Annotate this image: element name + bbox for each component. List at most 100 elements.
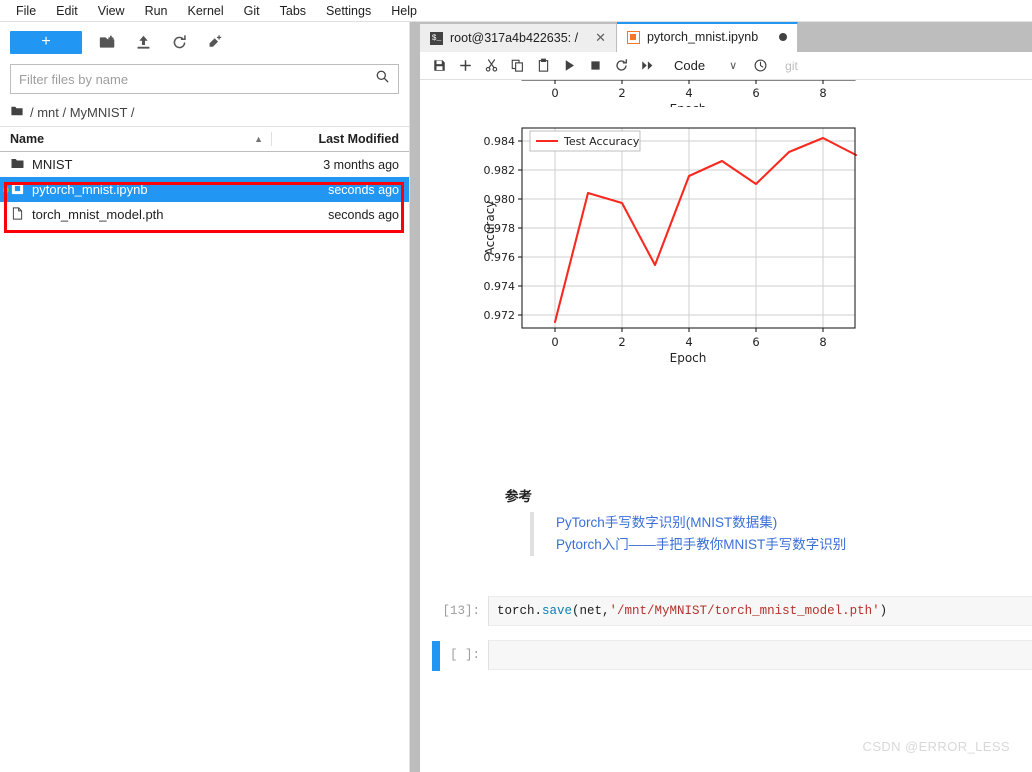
reference-link-1[interactable]: PyTorch手写数字识别(MNIST数据集) (556, 512, 846, 534)
cell-prompt: [ ]: (449, 648, 480, 662)
cell-editor[interactable] (488, 640, 1032, 670)
new-launcher-button[interactable]: + (10, 30, 82, 54)
menu-item-settings[interactable]: Settings (316, 2, 381, 20)
markdown-blockquote: PyTorch手写数字识别(MNIST数据集) Pytorch入门——手把手教你… (530, 512, 846, 556)
table-row[interactable]: torch_mnist_model.pth seconds ago (0, 202, 409, 227)
file-name-label: torch_mnist_model.pth (32, 207, 164, 222)
run-icon[interactable] (556, 54, 582, 78)
cut-icon[interactable] (478, 54, 504, 78)
insert-cell-icon[interactable] (452, 54, 478, 78)
file-modified-cell: 3 months ago (323, 157, 399, 172)
file-modified-cell: seconds ago (328, 207, 399, 222)
code-token: torch. (497, 604, 543, 618)
svg-text:0.984: 0.984 (484, 135, 516, 148)
file-name-cell[interactable]: MNIST (0, 156, 271, 174)
svg-text:0: 0 (551, 335, 558, 349)
tab-terminal-label: root@317a4b422635: / (450, 31, 579, 45)
notebook-toolbar: Code ∨ git (420, 52, 1032, 80)
close-icon[interactable]: ✕ (595, 30, 606, 46)
code-cell[interactable]: [13]: torch.save(net,'/mnt/MyMNIST/torch… (420, 596, 1032, 627)
chevron-down-icon: ∨ (729, 60, 738, 72)
panel-splitter[interactable] (410, 22, 420, 772)
menu-item-edit[interactable]: Edit (46, 2, 88, 20)
menu-item-help[interactable]: Help (381, 2, 427, 20)
file-modified-cell: seconds ago (328, 182, 399, 197)
stop-icon[interactable] (582, 54, 608, 78)
notebook-icon (10, 181, 25, 199)
svg-text:6: 6 (752, 86, 759, 100)
paste-icon[interactable] (530, 54, 556, 78)
cell-prompt: [13]: (442, 604, 480, 618)
svg-text:4: 4 (685, 86, 692, 100)
svg-text:8: 8 (819, 335, 826, 349)
notebook-scroll-area[interactable]: 1472 02 46 8 Epoch (420, 80, 1032, 772)
menu-item-run[interactable]: Run (135, 2, 178, 20)
clock-icon[interactable] (747, 54, 773, 78)
svg-text:Test Accuracy: Test Accuracy (563, 135, 640, 148)
column-header-name[interactable]: Name ▲ (0, 132, 271, 146)
notebook-icon (626, 30, 640, 44)
new-folder-icon[interactable] (96, 31, 118, 53)
search-input[interactable] (19, 71, 375, 87)
svg-text:0.974: 0.974 (484, 280, 516, 293)
code-token: ) (879, 604, 888, 618)
file-browser-toolbar: + (0, 22, 409, 62)
code-token: '/mnt/MyMNIST/torch_mnist_model.pth' (609, 604, 880, 618)
cell-selection-bar (432, 641, 440, 671)
table-row[interactable]: MNIST 3 months ago (0, 152, 409, 177)
sort-ascending-icon: ▲ (254, 134, 263, 144)
svg-text:0.982: 0.982 (484, 164, 516, 177)
svg-text:Epoch: Epoch (670, 102, 707, 107)
tab-notebook[interactable]: pytorch_mnist.ipynb (616, 22, 799, 52)
breadcrumb-path[interactable]: / mnt / MyMNIST / (30, 105, 135, 120)
menu-item-view[interactable]: View (88, 2, 135, 20)
svg-text:2: 2 (618, 86, 625, 100)
code-token: save (542, 604, 573, 618)
git-status-label: git (785, 58, 798, 73)
code-cell[interactable]: [ ]: (420, 640, 1032, 671)
file-list-header: Name ▲ Last Modified (0, 126, 409, 152)
cell-type-value: Code (674, 58, 706, 73)
folder-icon (10, 104, 24, 121)
jupyterlab-window: File Edit View Run Kernel Git Tabs Setti… (0, 0, 1032, 772)
svg-text:4: 4 (685, 335, 692, 349)
svg-text:6: 6 (752, 335, 759, 349)
tab-terminal[interactable]: $_ root@317a4b422635: / ✕ (420, 24, 617, 52)
svg-text:2: 2 (618, 335, 625, 349)
cell-editor[interactable]: torch.save(net,'/mnt/MyMNIST/torch_mnist… (488, 596, 1032, 626)
table-row[interactable]: pytorch_mnist.ipynb seconds ago (0, 177, 409, 202)
breadcrumb: / mnt / MyMNIST / (0, 98, 409, 126)
notebook-panel: $_ root@317a4b422635: / ✕ pytorch_mnist.… (420, 22, 1032, 772)
menu-item-tabs[interactable]: Tabs (270, 2, 316, 20)
refresh-icon[interactable] (168, 31, 190, 53)
menu-item-file[interactable]: File (6, 2, 46, 20)
svg-text:Accuracy: Accuracy (483, 201, 497, 256)
terminal-icon: $_ (430, 31, 443, 45)
column-header-name-label: Name (10, 132, 45, 146)
cell-type-dropdown[interactable]: Code ∨ (674, 58, 737, 73)
filter-files-field[interactable] (10, 64, 399, 94)
search-icon[interactable] (375, 69, 390, 89)
unsaved-changes-icon[interactable] (779, 33, 788, 41)
menu-item-kernel[interactable]: Kernel (178, 2, 234, 20)
folder-icon (10, 156, 25, 174)
restart-kernel-icon[interactable] (608, 54, 634, 78)
watermark: CSDN @ERROR_LESS (862, 739, 1010, 754)
new-launcher-icon[interactable] (204, 31, 226, 53)
menu-item-git[interactable]: Git (234, 2, 270, 20)
file-name-cell[interactable]: torch_mnist_model.pth (0, 206, 271, 224)
kernel-running-indicator (3, 186, 9, 193)
upload-icon[interactable] (132, 31, 154, 53)
svg-text:0.972: 0.972 (484, 309, 516, 322)
file-browser-panel: + Filter files by name / mnt / MyMNIST /… (0, 22, 410, 772)
save-icon[interactable] (426, 54, 452, 78)
markdown-heading: 参考 (505, 489, 532, 504)
column-header-last-modified[interactable]: Last Modified (271, 132, 409, 146)
file-name-cell[interactable]: pytorch_mnist.ipynb (0, 181, 271, 199)
reference-link-2[interactable]: Pytorch入门——手把手教你MNIST手写数字识别 (556, 534, 846, 556)
restart-run-all-icon[interactable] (634, 54, 660, 78)
copy-icon[interactable] (504, 54, 530, 78)
svg-text:Epoch: Epoch (670, 351, 707, 365)
chart-test-accuracy: 0.972 0.974 0.976 0.978 0.980 0.982 0.98… (480, 110, 880, 380)
file-icon (10, 206, 25, 224)
